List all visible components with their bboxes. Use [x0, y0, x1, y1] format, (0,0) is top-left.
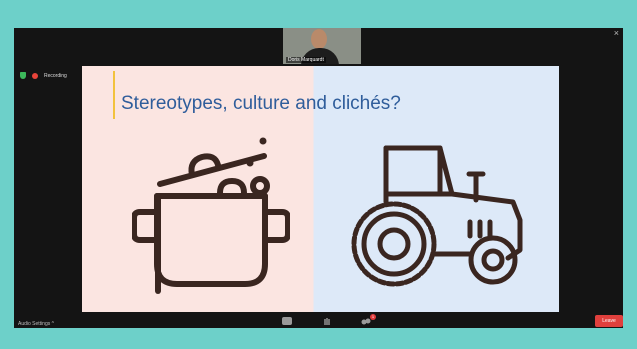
cooking-pot-icon [132, 137, 290, 294]
meeting-controls-bar: Audio Settings ^ 1 Leave [14, 312, 623, 328]
title-accent-bar [113, 71, 115, 119]
leave-button[interactable]: Leave [595, 315, 623, 327]
status-indicators: Recording [20, 72, 67, 79]
recording-label: Recording [44, 72, 67, 79]
chat-icon[interactable] [282, 317, 292, 325]
participant-video-tile[interactable]: Doris Marquardt [283, 28, 361, 64]
reactions-badge: 1 [370, 314, 376, 320]
close-icon[interactable]: × [614, 28, 619, 38]
security-shield-icon[interactable] [20, 72, 26, 79]
recording-icon [32, 72, 38, 79]
slide-title: Stereotypes, culture and clichés? [121, 93, 401, 114]
shared-slide: Stereotypes, culture and clichés? [82, 66, 559, 312]
participant-name: Doris Marquardt [286, 57, 326, 63]
audio-settings-button[interactable]: Audio Settings ^ [18, 321, 54, 327]
tractor-icon [351, 145, 523, 287]
raise-hand-icon[interactable] [322, 317, 332, 325]
participant-head [311, 29, 327, 49]
meeting-window: × Doris Marquardt Recording Stereotypes,… [14, 28, 623, 328]
